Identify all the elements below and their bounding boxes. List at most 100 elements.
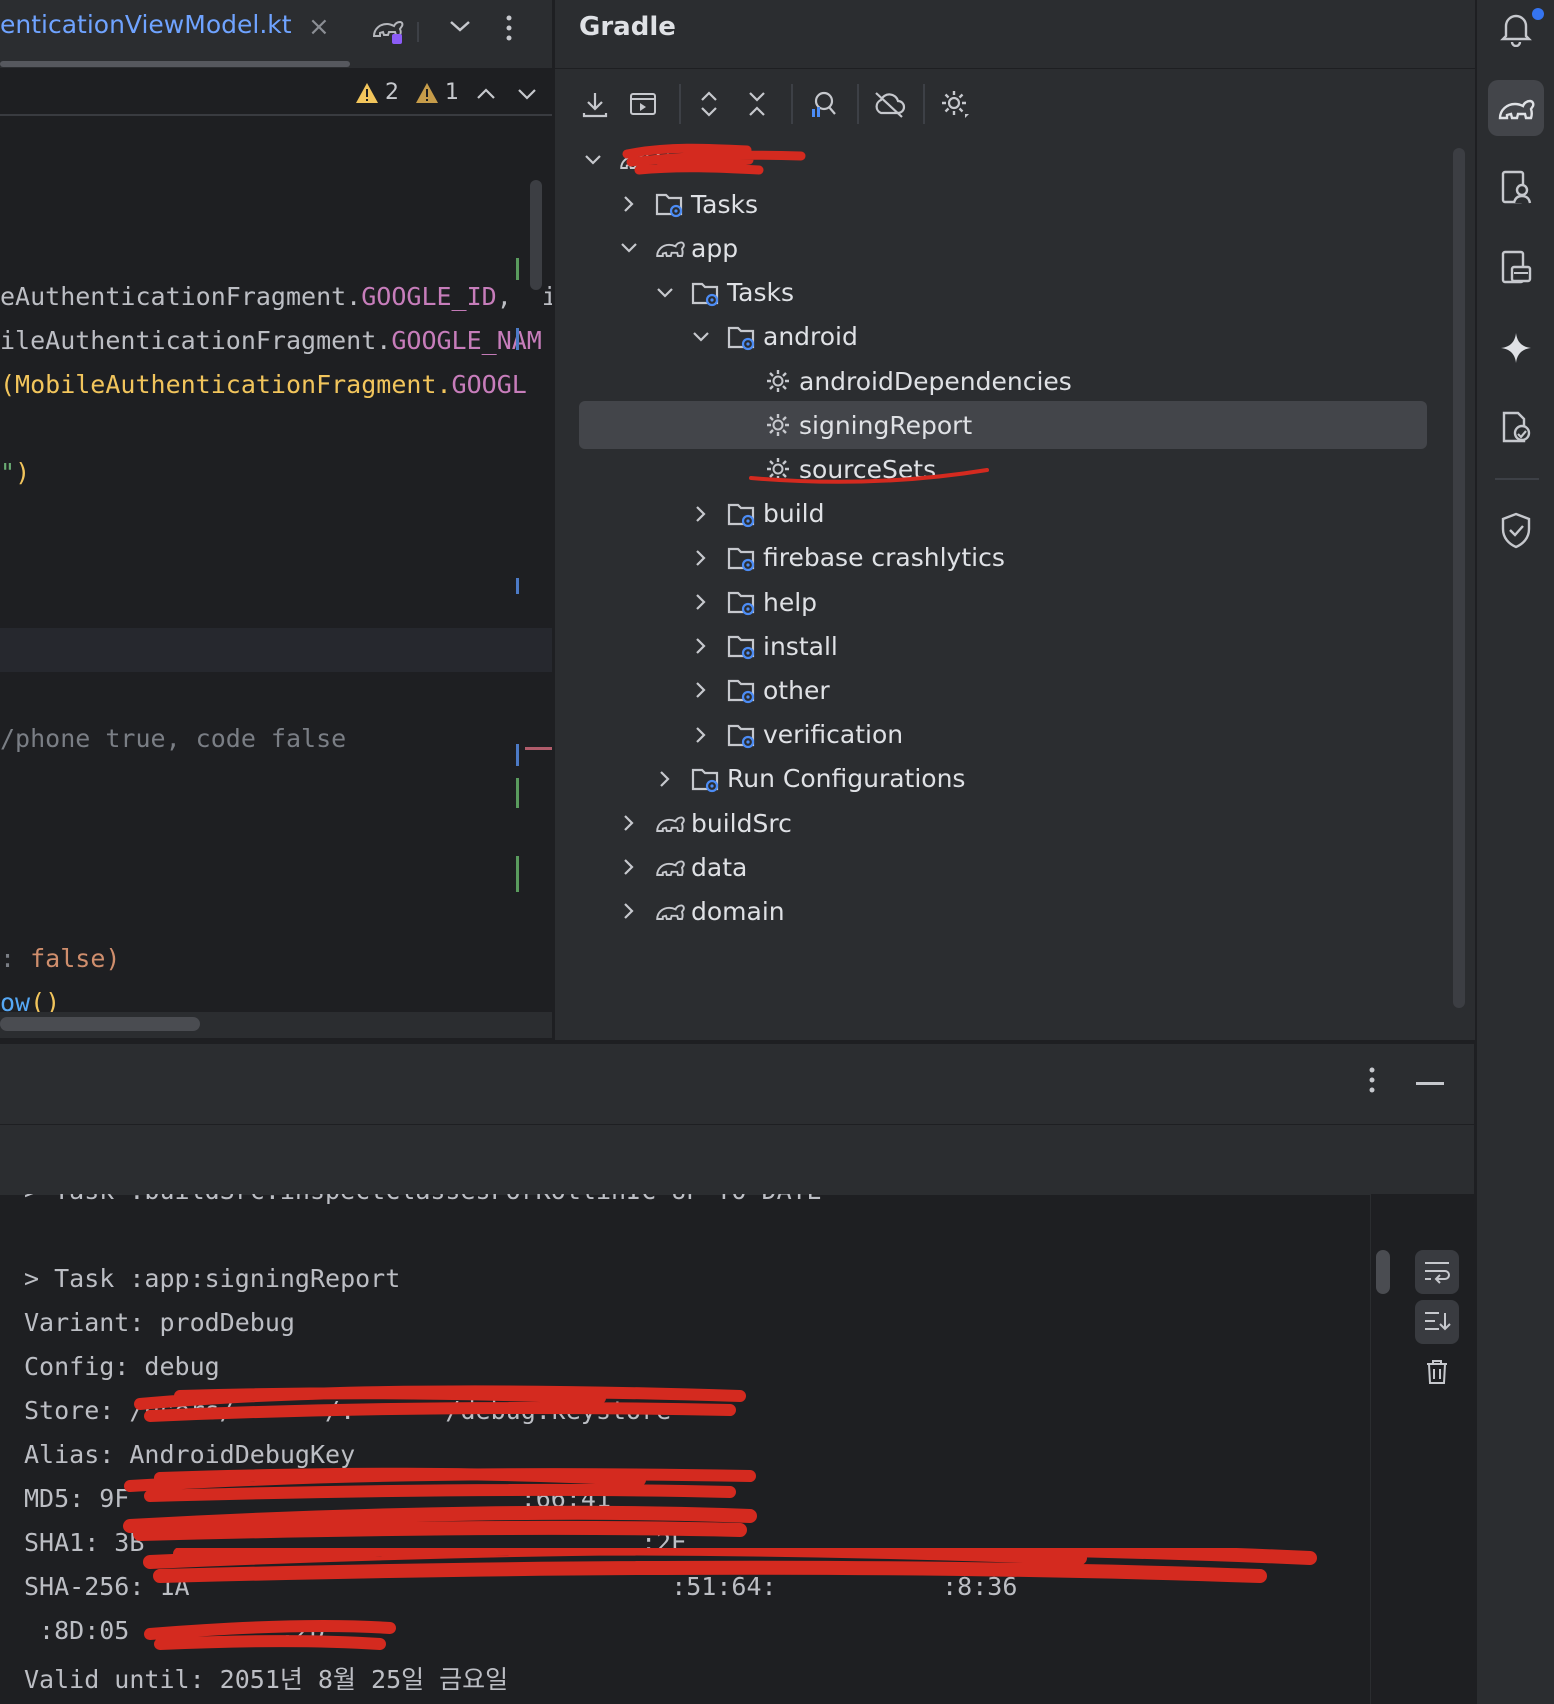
code-comment-line: /phone true, code false	[0, 724, 347, 753]
toolbar-separator	[679, 84, 681, 124]
chevron-down-icon[interactable]	[687, 323, 715, 351]
tree-node-app[interactable]: app	[579, 224, 1427, 272]
previous-highlight-icon[interactable]	[476, 86, 496, 105]
gradle-panel-title: Gradle	[579, 12, 676, 42]
tree-node-tasks[interactable]: Tasks	[579, 180, 1427, 228]
tree-node-help[interactable]: help	[579, 578, 1427, 626]
toolbar-separator	[923, 84, 925, 124]
editor-horizontal-scrollbar[interactable]	[0, 1017, 200, 1031]
error-stripe-marker	[525, 747, 552, 750]
collapse-all-icon[interactable]	[739, 86, 775, 122]
running-devices-icon[interactable]	[1488, 240, 1544, 296]
chevron-down-icon[interactable]	[651, 279, 679, 307]
tree-node-sourcesets[interactable]: sourceSets	[579, 445, 1427, 493]
change-marker	[516, 258, 519, 280]
weak-warning-count: 1	[445, 80, 459, 105]
tree-node-label: help	[763, 587, 818, 617]
scroll-to-end-icon[interactable]	[1415, 1300, 1459, 1344]
gradle-tree-scrollbar[interactable]	[1453, 148, 1465, 1008]
gradle-sync-icon[interactable]	[370, 12, 406, 50]
code-line: (MobileAuthenticationFragment.GOOGL	[0, 370, 527, 399]
expand-all-icon[interactable]	[691, 86, 727, 122]
tree-node-androiddependencies[interactable]: androidDependencies	[579, 357, 1427, 405]
close-tab-icon[interactable]: ×	[308, 12, 330, 42]
tree-node-data[interactable]: data	[579, 843, 1427, 891]
tree-node-build[interactable]: build	[579, 490, 1427, 538]
redaction-scribble	[622, 143, 806, 175]
tree-node-firebase-crashlytics[interactable]: firebase crashlytics	[579, 534, 1427, 582]
notifications-icon[interactable]	[1488, 0, 1544, 56]
tree-node-buildsrc[interactable]: buildSrc	[579, 799, 1427, 847]
strip-separator	[1495, 478, 1539, 480]
tree-node-run-configurations[interactable]: Run Configurations	[579, 755, 1427, 803]
gradle-project-icon	[653, 894, 687, 928]
warning-counter[interactable]: 2	[355, 80, 399, 105]
chevron-down-icon[interactable]	[579, 146, 607, 174]
editor-vertical-scrollbar[interactable]	[530, 180, 542, 290]
tree-node-tasks[interactable]: Tasks	[579, 269, 1427, 317]
more-options-icon[interactable]	[505, 14, 513, 46]
console-output[interactable]: > Task :buildSrc:inspectClassesForKotlin…	[0, 1194, 1370, 1704]
tree-node-signingreport[interactable]: signingReport	[579, 401, 1427, 450]
chevron-right-icon[interactable]	[615, 809, 643, 837]
console-line: Variant: prodDebug	[24, 1308, 295, 1337]
console-scrollbar[interactable]	[1376, 1250, 1390, 1294]
tree-node-label: firebase crashlytics	[763, 543, 1005, 573]
analyze-dependencies-icon[interactable]	[805, 86, 841, 122]
code-line: : false)	[0, 944, 121, 973]
task-folder-icon	[653, 187, 687, 221]
app-quality-icon[interactable]	[1488, 400, 1544, 456]
chevron-right-icon[interactable]	[615, 897, 643, 925]
editor-tab-title[interactable]: enticationViewModel.kt	[0, 10, 292, 39]
chevron-right-icon[interactable]	[615, 190, 643, 218]
tree-node-label: data	[691, 852, 748, 882]
chevron-down-icon[interactable]	[615, 234, 643, 262]
tree-node-verification[interactable]: verification	[579, 711, 1427, 759]
warning-count: 2	[385, 80, 399, 105]
gear-icon	[761, 408, 795, 442]
console-line: > Task :app:signingReport	[24, 1264, 401, 1293]
tree-node-label: app	[691, 233, 739, 263]
code-editor[interactable]: enticationViewModel.kt × 2 1 eAuthentica…	[0, 0, 552, 1040]
chevron-right-icon[interactable]	[687, 632, 715, 660]
task-folder-icon	[689, 276, 723, 310]
redaction-scribble	[143, 1548, 1317, 1650]
toolbar-separator	[857, 84, 859, 124]
gradle-tool-window: Gradle Su re Tasks app Tasks android androidD…	[554, 0, 1475, 1040]
chevron-right-icon[interactable]	[687, 544, 715, 572]
device-manager-icon[interactable]	[1488, 160, 1544, 216]
warning-icon	[356, 82, 378, 103]
tree-node-label: domain	[691, 896, 785, 926]
gradle-icon[interactable]	[1488, 80, 1544, 136]
chevron-right-icon[interactable]	[687, 588, 715, 616]
task-folder-icon	[725, 673, 759, 707]
chevron-right-icon[interactable]	[651, 765, 679, 793]
weak-warning-counter[interactable]: 1	[415, 80, 459, 105]
next-highlight-icon[interactable]	[517, 86, 537, 105]
chevron-down-icon[interactable]	[448, 18, 472, 38]
inspection-bar: 2 1	[0, 70, 552, 116]
run-configuration-icon[interactable]	[625, 86, 661, 122]
more-options-icon[interactable]	[1368, 1066, 1376, 1098]
chevron-right-icon[interactable]	[687, 500, 715, 528]
security-icon[interactable]	[1488, 502, 1544, 558]
chevron-right-icon[interactable]	[615, 853, 643, 881]
chevron-right-icon[interactable]	[687, 721, 715, 749]
offline-mode-icon[interactable]	[871, 86, 907, 122]
tree-node-other[interactable]: other	[579, 666, 1427, 714]
change-marker	[516, 578, 519, 594]
trash-icon[interactable]	[1415, 1350, 1459, 1394]
tree-node-domain[interactable]: domain	[579, 887, 1427, 935]
tree-node-install[interactable]: install	[579, 622, 1427, 670]
chevron-right-icon[interactable]	[687, 676, 715, 704]
right-tool-strip	[1476, 0, 1554, 1704]
minimize-icon[interactable]	[1416, 1082, 1444, 1085]
soft-wrap-icon[interactable]	[1415, 1250, 1459, 1294]
download-sources-icon[interactable]	[577, 86, 613, 122]
tree-node-android[interactable]: android	[579, 313, 1427, 361]
task-folder-icon	[725, 629, 759, 663]
gradle-settings-icon[interactable]	[937, 86, 973, 122]
gemini-icon[interactable]	[1488, 320, 1544, 376]
